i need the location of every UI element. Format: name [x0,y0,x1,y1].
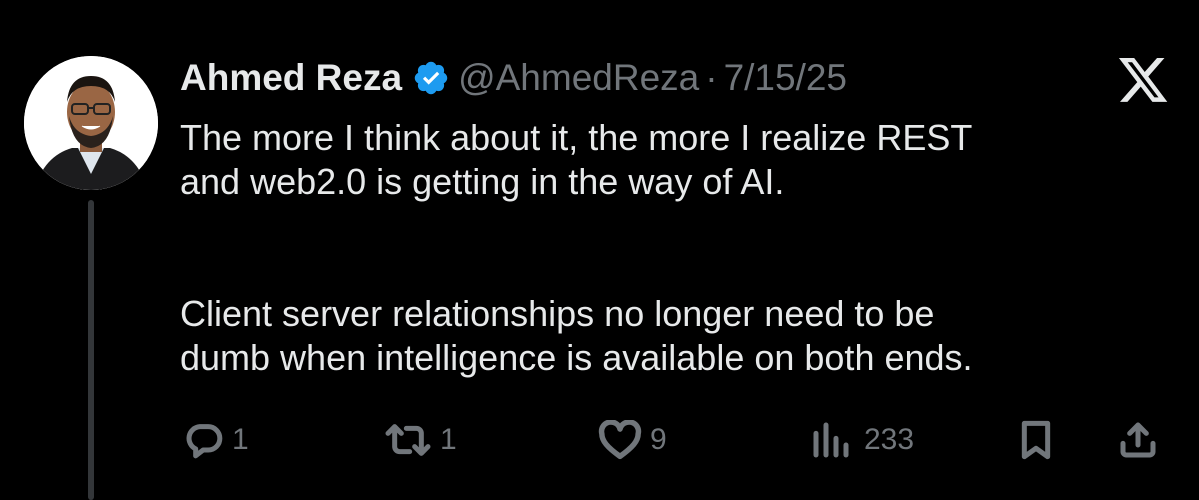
views-button[interactable]: 233 [806,416,914,464]
tweet-line: Client server relationships no longer ne… [180,293,935,334]
retweet-button[interactable]: 1 [384,416,457,464]
like-button[interactable]: 9 [598,416,667,464]
x-logo-icon[interactable] [1118,58,1170,104]
avatar[interactable] [24,56,158,190]
retweet-count: 1 [440,423,457,456]
tweet-line: and web2.0 is getting in the way of AI. [180,161,785,202]
author-display-name[interactable]: Ahmed Reza [180,57,402,99]
tweet-actions: 1 1 9 233 [0,416,1199,464]
bookmark-icon [1021,420,1051,460]
tweet[interactable]: Ahmed Reza @AhmedReza · 7/15/25 The more… [0,0,1199,500]
share-button[interactable] [1118,416,1158,464]
like-count: 9 [650,423,667,456]
avatar-photo [24,56,158,190]
tweet-header: Ahmed Reza @AhmedReza · 7/15/25 [180,48,1180,108]
tweet-date[interactable]: 7/15/25 [724,57,847,99]
views-count: 233 [864,423,915,456]
views-chart-icon [813,422,849,458]
share-icon [1120,422,1156,458]
reply-count: 1 [232,423,249,456]
tweet-text: The more I think about it, the more I re… [180,116,1180,380]
reply-icon [186,424,223,459]
avatar-column [24,56,158,190]
tweet-line: The more I think about it, the more I re… [180,117,973,158]
separator-dot: · [705,57,718,98]
retweet-icon [385,424,431,456]
author-handle[interactable]: @AhmedReza [458,57,699,99]
verified-badge-icon [412,59,450,97]
tweet-line: dumb when intelligence is available on b… [180,337,973,378]
heart-icon [598,420,642,460]
tweet-content: Ahmed Reza @AhmedReza · 7/15/25 The more… [180,48,1180,380]
bookmark-button[interactable] [1018,416,1054,464]
reply-button[interactable]: 1 [184,416,249,464]
